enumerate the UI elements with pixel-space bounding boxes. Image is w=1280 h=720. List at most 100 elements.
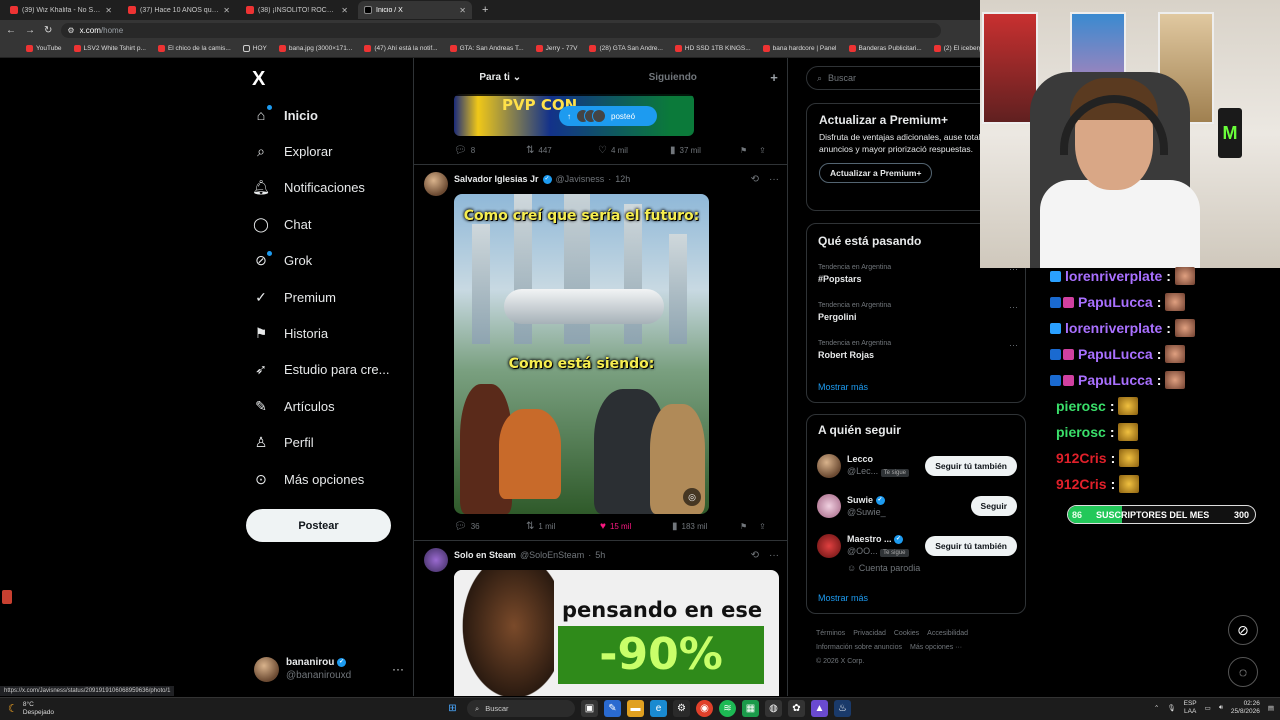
more-options-icon[interactable]: ···: [769, 174, 779, 185]
reply-button[interactable]: 💬︎ 8: [454, 145, 526, 156]
settings-icon[interactable]: ⚙: [673, 700, 690, 717]
sidebar-item-grok[interactable]: ⊘ Grok: [252, 247, 312, 275]
more-options-icon[interactable]: ···: [1009, 302, 1018, 312]
footer-link[interactable]: Más opciones ···: [910, 644, 962, 651]
weather-widget[interactable]: ☾ 8°C Despejado: [8, 701, 54, 717]
show-more-link[interactable]: Mostrar más: [818, 382, 868, 392]
mic-icon[interactable]: 🎙︎: [1167, 704, 1175, 712]
steam-icon[interactable]: ♨: [834, 700, 851, 717]
sidebar-item-perfil[interactable]: ♙ Perfil: [252, 429, 314, 457]
tab-para-ti[interactable]: Para ti ⌄: [414, 58, 587, 96]
chat-username[interactable]: PapuLucca: [1078, 346, 1153, 362]
chrome-icon[interactable]: ◉: [696, 700, 713, 717]
post-time[interactable]: 12h: [615, 174, 630, 184]
clock[interactable]: 02:26 25/8/2026: [1231, 700, 1260, 716]
author-handle[interactable]: @SoloEnSteam: [520, 550, 584, 560]
spotify-icon[interactable]: ≋: [719, 700, 736, 717]
sidebar-item-artículos[interactable]: ✎ Artículos: [252, 392, 334, 420]
follow-back-button[interactable]: Seguir tú también: [925, 456, 1017, 476]
reload-icon[interactable]: ↻: [44, 25, 52, 36]
show-more-link[interactable]: Mostrar más: [818, 593, 868, 603]
author-name[interactable]: Solo en Steam: [454, 550, 516, 560]
app-icon[interactable]: ✿: [788, 700, 805, 717]
share-icon[interactable]: ⇪: [759, 522, 766, 531]
follow-suggestion[interactable]: Maestro ... ✓ @OO... Te sigue Seguir tú t…: [817, 531, 1017, 561]
app-icon[interactable]: ✎: [604, 700, 621, 717]
volume-icon[interactable]: 🔊︎: [1219, 704, 1223, 712]
avatar[interactable]: [424, 172, 448, 196]
new-posts-pill[interactable]: ↑ posteó: [559, 106, 657, 126]
sidebar-item-notificaciones[interactable]: 🔔︎ Notificaciones: [252, 174, 365, 202]
new-tab-button[interactable]: +: [476, 4, 494, 16]
bookmark-icon[interactable]: ⚑: [740, 146, 747, 155]
trend-item[interactable]: Tendencia en Argentina Pergolini ···: [818, 302, 1018, 322]
bookmark-item[interactable]: YouTube: [26, 45, 62, 52]
bookmark-item[interactable]: El chico de la camis...: [157, 45, 231, 52]
views-button[interactable]: ▮ 37 mil: [670, 145, 740, 156]
repost-button[interactable]: ⇅ 447: [526, 145, 598, 156]
views-button[interactable]: ▮ 183 mil: [672, 521, 740, 532]
footer-link[interactable]: Privacidad: [853, 630, 886, 637]
trend-item[interactable]: Tendencia en Argentina Robert Rojas ···: [818, 340, 1018, 360]
sidebar-item-historia[interactable]: ⚑ Historia: [252, 319, 328, 347]
bookmark-item[interactable]: bana.jpg (3000×171...: [278, 45, 352, 52]
like-button[interactable]: ♥ 15 mil: [600, 521, 672, 532]
account-switcher[interactable]: bananirou ✓ @bananirouxd ···: [254, 655, 404, 683]
more-options-icon[interactable]: ···: [392, 662, 404, 676]
footer-link[interactable]: Cookies: [894, 630, 919, 637]
chat-username[interactable]: pierosc: [1056, 424, 1106, 440]
repost-button[interactable]: ⇅ 1 mil: [526, 521, 600, 532]
bookmark-item[interactable]: (47) Ahí está la notif...: [364, 45, 438, 52]
bookmark-item[interactable]: Banderas Publicitari...: [848, 45, 922, 52]
monitor-icon[interactable]: ▭: [1205, 704, 1211, 712]
bookmark-item[interactable]: (28) GTA San Andre...: [589, 45, 663, 52]
post-time[interactable]: 5h: [595, 550, 605, 560]
chat-username[interactable]: PapuLucca: [1078, 372, 1153, 388]
sidebar-item-más-opciones[interactable]: ⊙ Más opciones: [252, 465, 364, 493]
footer-link[interactable]: Información sobre anuncios: [816, 644, 902, 651]
avatar[interactable]: [424, 548, 448, 572]
app-icon[interactable]: ▣: [581, 700, 598, 717]
obs-icon[interactable]: ◍: [765, 700, 782, 717]
close-tab-icon[interactable]: ✕: [341, 6, 348, 15]
sidebar-item-estudio-para-cre[interactable]: ➶ Estudio para cre...: [252, 356, 389, 384]
chat-username[interactable]: 912Cris: [1056, 476, 1107, 492]
post-image[interactable]: Como creí que sería el futuro: Como está…: [454, 194, 709, 514]
like-button[interactable]: ♡ 4 mil: [598, 145, 670, 156]
bookmark-icon[interactable]: ⚑: [740, 522, 747, 531]
app-icon[interactable]: ▦: [742, 700, 759, 717]
address-bar[interactable]: ⚙ x.com/home: [61, 22, 942, 38]
gif-icon[interactable]: ◎: [683, 488, 701, 506]
desktop-icon[interactable]: [2, 590, 12, 604]
sidebar-item-inicio[interactable]: ⌂ Inicio: [252, 101, 318, 129]
chat-username[interactable]: pierosc: [1056, 398, 1106, 414]
taskbar-search[interactable]: ⌕ Buscar: [467, 700, 575, 717]
sidebar-item-chat[interactable]: ◯ Chat: [252, 210, 311, 238]
post-button[interactable]: Postear: [246, 509, 391, 542]
site-info-icon[interactable]: ⚙: [67, 26, 74, 35]
more-options-icon[interactable]: ···: [1009, 340, 1018, 350]
close-tab-icon[interactable]: ✕: [223, 6, 230, 15]
bookmark-item[interactable]: Jerry - 77V: [535, 45, 577, 52]
reply-button[interactable]: 💬︎ 36: [454, 521, 526, 532]
close-tab-icon[interactable]: ✕: [105, 6, 112, 15]
browser-tab-active[interactable]: Inicio / X ✕: [358, 1, 472, 19]
grok-icon[interactable]: ⟲: [751, 174, 759, 185]
bookmark-item[interactable]: bana hardcore | Panel: [762, 45, 837, 52]
bookmark-item[interactable]: GTA: San Andreas T...: [449, 45, 524, 52]
bookmark-item[interactable]: (2) El iceberg de las...: [933, 45, 980, 52]
edge-icon[interactable]: e: [650, 700, 667, 717]
file-explorer-icon[interactable]: ▬: [627, 700, 644, 717]
follow-button[interactable]: Seguir: [970, 496, 1017, 516]
add-feed-icon[interactable]: +: [759, 58, 787, 96]
grok-icon[interactable]: ⊘: [1228, 615, 1258, 645]
chat-username[interactable]: PapuLucca: [1078, 294, 1153, 310]
sidebar-item-premium[interactable]: ✓ Premium: [252, 283, 336, 311]
browser-tab[interactable]: (37) Hace 10 AÑOS que a Rock...✕: [122, 1, 236, 19]
messages-icon[interactable]: ◌: [1228, 657, 1258, 687]
post-image[interactable]: pensando en ese -90%: [454, 570, 779, 696]
chat-username[interactable]: lorenriverplate: [1065, 268, 1162, 284]
browser-tab[interactable]: (38) ¡INSÓLITO! ROCKSTAR GA...✕: [240, 1, 354, 19]
chat-username[interactable]: lorenriverplate: [1065, 320, 1162, 336]
app-icon[interactable]: ▲: [811, 700, 828, 717]
